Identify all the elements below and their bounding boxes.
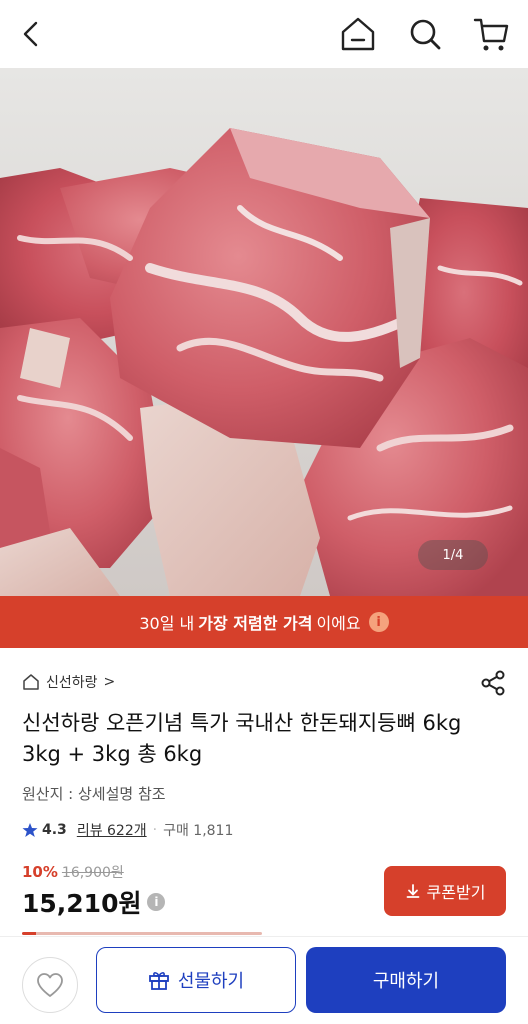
chevron-left-icon	[23, 21, 38, 47]
price-info-icon[interactable]: i	[147, 893, 166, 911]
home-button[interactable]	[336, 12, 380, 56]
origin-info: 원산지 : 상세설명 참조	[22, 785, 166, 803]
banner-prefix: 30일 내	[139, 614, 195, 633]
back-button[interactable]	[10, 12, 54, 56]
home-icon	[341, 17, 375, 51]
chevron-right-icon: >	[103, 674, 116, 690]
rating-row: 4.3 리뷰 622개 · 구매 1,811	[22, 820, 233, 840]
banner-suffix: 이에요	[316, 614, 361, 633]
price-row: 15,210원 i	[22, 884, 166, 920]
search-icon	[410, 19, 441, 50]
wishlist-button[interactable]	[22, 957, 78, 1013]
purchase-count: 구매 1,811	[163, 823, 234, 839]
store-home-icon	[23, 674, 39, 690]
top-app-bar	[0, 0, 528, 68]
rating-score: 4.3	[42, 822, 67, 838]
banner-highlight: 가장 저렴한 가격	[198, 614, 313, 633]
product-photo	[0, 128, 528, 596]
sale-price: 15,210원	[22, 889, 142, 918]
product-image-carousel[interactable]: 1/4	[0, 68, 528, 596]
store-link[interactable]: 신선하랑 >	[22, 672, 115, 692]
bottom-action-bar: 선물하기 구매하기	[0, 936, 528, 1024]
info-icon[interactable]: i	[368, 612, 389, 632]
cart-button[interactable]	[469, 12, 513, 56]
heart-icon	[37, 973, 63, 997]
share-button[interactable]	[476, 666, 510, 700]
coupon-label: 쿠폰받기	[426, 883, 486, 902]
gift-button[interactable]: 선물하기	[96, 947, 296, 1013]
search-button[interactable]	[403, 12, 447, 56]
discount-row: 10% 16,900원	[22, 862, 124, 882]
image-counter: 1/4	[418, 540, 488, 570]
separator: ·	[152, 822, 158, 838]
original-price: 16,900원	[61, 865, 124, 881]
product-title: 신선하랑 오픈기념 특가 국내산 한돈돼지등뼈 6kg 3kg + 3kg 총 …	[22, 711, 462, 766]
buy-button[interactable]: 구매하기	[306, 947, 506, 1013]
star-icon	[22, 823, 38, 837]
lowest-price-banner[interactable]: 30일 내 가장 저렴한 가격 이에요 i	[0, 596, 528, 648]
store-name: 신선하랑	[46, 675, 98, 691]
download-icon	[406, 884, 419, 898]
delivery-info-peek	[22, 928, 322, 936]
buy-label: 구매하기	[372, 971, 440, 992]
coupon-button[interactable]: 쿠폰받기	[384, 866, 506, 916]
discount-rate: 10%	[22, 863, 58, 881]
share-icon	[481, 670, 505, 696]
gift-icon	[148, 972, 169, 990]
gift-label: 선물하기	[177, 971, 245, 992]
review-link[interactable]: 리뷰 622개	[77, 820, 147, 840]
cart-icon	[473, 18, 509, 51]
